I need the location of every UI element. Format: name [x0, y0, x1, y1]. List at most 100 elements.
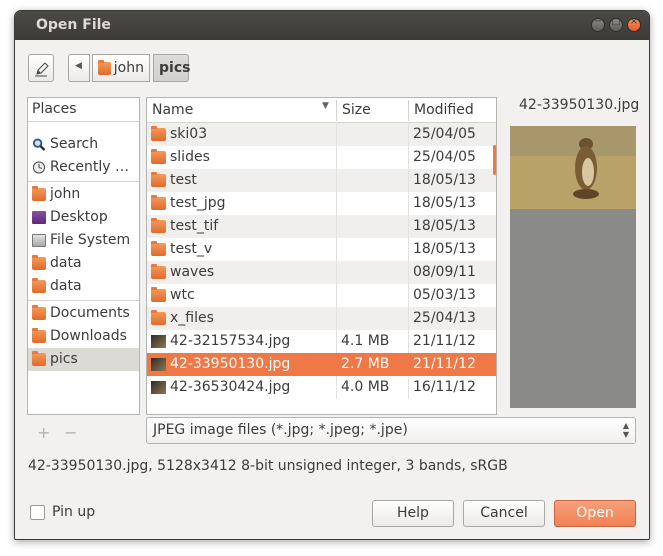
pin-up-label[interactable]: Pin up	[52, 504, 95, 520]
file-row[interactable]: 42-32157534.jpg 4.1 MB 21/11/12	[147, 330, 496, 353]
file-type-filter[interactable]: JPEG image files (*.jpg; *.jpeg; *.jpe) …	[146, 417, 636, 444]
preview-image	[510, 126, 636, 209]
file-list-header: Name ▼ Size Modified	[147, 98, 496, 123]
sidebar-item-recent[interactable]: Recently …	[28, 156, 139, 179]
type-location-button[interactable]	[28, 54, 54, 82]
open-button[interactable]: Open	[554, 500, 636, 527]
file-row[interactable]: test_tif 18/05/13	[147, 215, 496, 238]
maximize-button[interactable]: □	[609, 16, 623, 32]
sidebar-item-pics[interactable]: pics	[28, 348, 139, 371]
file-row[interactable]: test 18/05/13	[147, 169, 496, 192]
column-divider	[336, 192, 337, 215]
desktop-icon	[32, 211, 46, 224]
column-divider	[408, 376, 409, 399]
column-divider	[336, 376, 337, 399]
image-thumbnail-icon	[151, 358, 166, 371]
sidebar-item-file-system[interactable]: File System	[28, 229, 139, 252]
column-divider	[336, 146, 337, 169]
places-sidebar: Places Search Recently … john Desktop Fi…	[27, 97, 140, 415]
remove-bookmark-button[interactable]: −	[64, 423, 77, 442]
image-info: 42-33950130.jpg, 5128x3412 8-bit unsigne…	[28, 458, 508, 474]
folder-icon	[151, 241, 166, 256]
column-divider	[408, 284, 409, 307]
minimize-button[interactable]: −	[591, 16, 605, 32]
breadcrumb-john[interactable]: john	[92, 54, 150, 82]
file-modified: 21/11/12	[413, 356, 476, 372]
column-divider	[336, 238, 337, 261]
file-row[interactable]: test_v 18/05/13	[147, 238, 496, 261]
file-modified: 18/05/13	[413, 218, 476, 234]
folder-icon	[151, 195, 166, 210]
separator	[28, 181, 139, 182]
column-divider	[336, 330, 337, 353]
file-name: slides	[170, 149, 210, 165]
file-row[interactable]: wtc 05/03/13	[147, 284, 496, 307]
path-scroll-left-button[interactable]: ◀	[68, 54, 90, 82]
sidebar-item-documents[interactable]: Documents	[28, 302, 139, 325]
pin-up-checkbox[interactable]	[30, 505, 45, 520]
column-divider	[336, 123, 337, 146]
pencil-icon	[35, 62, 49, 77]
file-list: Name ▼ Size Modified ski03 25/04/05 slides…	[146, 97, 497, 415]
file-name: test_jpg	[170, 195, 226, 211]
window-title: Open File	[36, 17, 111, 33]
file-modified: 16/11/12	[413, 379, 476, 395]
column-divider	[408, 146, 409, 169]
folder-icon	[32, 351, 46, 366]
file-name: test	[170, 172, 197, 188]
breadcrumb-pics[interactable]: pics	[153, 54, 191, 82]
file-row[interactable]: waves 08/09/11	[147, 261, 496, 284]
sidebar-item-search[interactable]: Search	[28, 133, 139, 156]
file-name: test_v	[170, 241, 213, 257]
image-thumbnail-icon	[151, 381, 166, 394]
file-row[interactable]: 42-33950130.jpg 2.7 MB 21/11/12	[147, 353, 496, 376]
column-header-modified[interactable]: Modified	[414, 102, 474, 118]
file-row[interactable]: test_jpg 18/05/13	[147, 192, 496, 215]
drive-icon	[32, 234, 46, 247]
title-bar[interactable]: Open File − □ ×	[15, 11, 649, 40]
recent-icon	[32, 161, 46, 174]
file-name: ski03	[170, 126, 208, 142]
sidebar-item-data[interactable]: data	[28, 252, 139, 275]
prairie-dog-image	[510, 126, 636, 209]
open-file-dialog: Open File − □ × ◀ john pics Places Searc…	[14, 10, 650, 540]
cancel-button[interactable]: Cancel	[463, 500, 545, 527]
file-row[interactable]: ski03 25/04/05	[147, 123, 496, 146]
add-bookmark-button[interactable]: +	[37, 423, 50, 442]
file-row[interactable]: x_files 25/04/13	[147, 307, 496, 330]
column-divider	[336, 100, 337, 121]
column-divider	[408, 123, 409, 146]
home-folder-icon	[98, 59, 111, 75]
file-size: 2.7 MB	[341, 356, 390, 372]
file-row[interactable]: slides 25/04/05	[147, 146, 496, 169]
folder-icon	[151, 310, 166, 325]
file-size: 4.1 MB	[341, 333, 390, 349]
scrollbar[interactable]	[493, 145, 496, 175]
column-divider	[408, 330, 409, 353]
sidebar-item-downloads[interactable]: Downloads	[28, 325, 139, 348]
sidebar-item-john[interactable]: john	[28, 183, 139, 206]
file-modified: 25/04/05	[413, 149, 476, 165]
file-modified: 25/04/13	[413, 310, 476, 326]
folder-icon	[151, 287, 166, 302]
column-divider	[408, 215, 409, 238]
file-modified: 08/09/11	[413, 264, 476, 280]
help-button[interactable]: Help	[372, 500, 454, 527]
chevron-left-icon: ◀	[75, 61, 82, 71]
column-header-size[interactable]: Size	[342, 102, 371, 118]
file-name: test_tif	[170, 218, 219, 234]
folder-icon	[32, 278, 46, 293]
file-row[interactable]: 42-36530424.jpg 4.0 MB 16/11/12	[147, 376, 496, 399]
file-name: waves	[170, 264, 215, 280]
breadcrumb-label: pics	[159, 60, 191, 76]
close-button[interactable]: ×	[627, 16, 641, 32]
file-modified: 18/05/13	[413, 172, 476, 188]
file-name: 42-33950130.jpg	[170, 356, 291, 372]
file-modified: 05/03/13	[413, 287, 476, 303]
sidebar-item-data-2[interactable]: data	[28, 275, 139, 298]
file-name: wtc	[170, 287, 195, 303]
places-header: Places	[28, 98, 139, 122]
sidebar-item-desktop[interactable]: Desktop	[28, 206, 139, 229]
column-header-name[interactable]: Name	[152, 102, 193, 118]
sort-descending-icon: ▼	[322, 101, 329, 111]
